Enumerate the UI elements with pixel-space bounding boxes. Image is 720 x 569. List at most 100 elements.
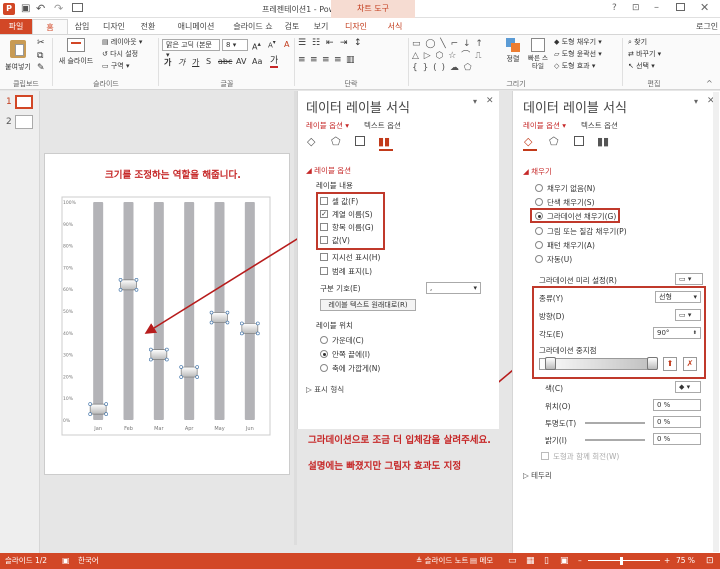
reset-label-text-button[interactable]: 레이블 텍스트 원래대로(R) (320, 299, 416, 311)
stop-color-select[interactable]: ◆ ▾ (675, 381, 701, 393)
fill-pattern-radio[interactable] (535, 241, 543, 249)
underline-icon[interactable]: 가 (192, 57, 199, 68)
shape-effects-button[interactable]: ◇ 도형 효과 ▾ (554, 61, 595, 71)
fill-auto-radio[interactable] (535, 255, 543, 263)
pane2-fill-line-icon[interactable]: ◇ (524, 135, 532, 148)
cut-icon[interactable]: ✂ (37, 38, 45, 48)
shape-fill-button[interactable]: ◆ 도형 채우기 ▾ (554, 37, 602, 47)
paste-button[interactable]: 붙여넣기 (4, 38, 32, 76)
new-slide-button[interactable]: 새 슬라이드 (56, 38, 96, 66)
remove-stop-button[interactable]: ✗ (683, 357, 697, 371)
fill-none-radio[interactable] (535, 184, 543, 192)
check-series-name[interactable]: ✓ (320, 210, 328, 218)
status-language[interactable]: 한국어 (78, 553, 99, 569)
maximize-icon[interactable] (676, 3, 685, 11)
position-inside-base-radio[interactable] (320, 364, 328, 372)
tab-animations[interactable]: 애니메이션 (168, 19, 224, 34)
slide-thumbnail-1[interactable] (15, 95, 33, 109)
tab-home[interactable]: 홈 (32, 19, 68, 34)
brightness-input[interactable]: 0 % (653, 433, 701, 445)
number-section[interactable]: ▷ 표시 형식 (306, 384, 344, 395)
reading-view-icon[interactable]: ▯ (544, 553, 549, 569)
pane1-section-label-options[interactable]: ◢ 레이블 옵션 (306, 165, 351, 176)
clear-format-icon[interactable]: A (284, 40, 289, 49)
decrease-indent-icon[interactable]: ⇤ (326, 38, 334, 48)
save-icon[interactable]: ▣ (21, 3, 30, 14)
user-login[interactable]: 로그인 (696, 21, 718, 32)
size-properties-icon[interactable] (355, 136, 365, 146)
shape-outline-button[interactable]: ▱ 도형 윤곽선 ▾ (554, 49, 602, 59)
numbering-icon[interactable]: ☷ (312, 38, 320, 48)
fill-gradient-radio[interactable] (535, 212, 543, 220)
pane1-dropdown-icon[interactable]: ▾ (473, 97, 477, 106)
collapse-ribbon-icon[interactable]: ^ (706, 79, 713, 88)
border-section[interactable]: ▷ 테두리 (523, 470, 552, 481)
ribbon-display-icon[interactable]: ⊡ (632, 3, 640, 13)
font-color-icon[interactable]: 가 (270, 56, 279, 68)
copy-icon[interactable]: ⧉ (37, 51, 43, 61)
replace-button[interactable]: ⇄ 바꾸기 ▾ (628, 49, 661, 59)
fit-slide-icon[interactable]: ⊡ (706, 553, 714, 569)
gradient-angle-input[interactable]: 90° ⬍ (653, 327, 701, 339)
pane2-tab-label-options[interactable]: 레이블 옵션 ▾ (523, 120, 566, 131)
shapes-gallery[interactable]: ▭ ◯ ╲ ⌐ ↓ ↑ △ ▷ ⬡ ☆ ⌒ ⎍{ } ( ) ☁ ⬠ (412, 38, 500, 74)
check-category-name[interactable] (320, 223, 328, 231)
gradient-stop-1[interactable] (545, 357, 556, 370)
tab-file[interactable]: 파일 (0, 19, 32, 34)
tab-slideshow[interactable]: 슬라이드 쇼 (227, 19, 279, 34)
undo-icon[interactable]: ↶ (36, 2, 45, 15)
slide[interactable]: 크기를 조정하는 역할을 해줍니다. 0% 10% 20% 30% 40% 50% 60% 7… (44, 153, 290, 475)
zoom-slider[interactable] (588, 560, 660, 561)
find-button[interactable]: ⌕ 찾기 (628, 37, 647, 47)
reset-button[interactable]: ↺ 다시 설정 (102, 49, 138, 59)
rotate-with-shape-check[interactable] (541, 452, 549, 460)
format-painter-icon[interactable]: ✎ (37, 63, 45, 73)
check-value[interactable] (320, 236, 328, 244)
justify-icon[interactable]: ≡ (334, 55, 342, 65)
zoom-out-icon[interactable]: – (578, 553, 582, 569)
increase-indent-icon[interactable]: ⇥ (340, 38, 348, 48)
change-case-icon[interactable]: Aa (252, 57, 262, 66)
layout-button[interactable]: ▤ 레이아웃 ▾ (102, 37, 142, 47)
position-center-radio[interactable] (320, 336, 328, 344)
spacing-icon[interactable]: AV (236, 57, 246, 66)
gradient-stops-bar[interactable] (539, 358, 657, 370)
font-size-box[interactable]: 8 ▾ (222, 39, 248, 51)
italic-icon[interactable]: 가 (178, 57, 185, 68)
select-button[interactable]: ↖ 선택 ▾ (628, 61, 655, 71)
shrink-font-icon[interactable]: A▾ (268, 40, 276, 49)
fill-section[interactable]: ◢ 채우기 (523, 166, 552, 177)
normal-view-icon[interactable]: ▭ (508, 553, 517, 569)
tab-chart-design[interactable]: 디자인 (337, 19, 375, 34)
align-left-icon[interactable]: ≡ (298, 55, 306, 65)
check-legend-key[interactable] (320, 267, 328, 275)
pane1-tab-text-options[interactable]: 텍스트 옵션 (364, 120, 401, 131)
check-leader-lines[interactable] (320, 253, 328, 261)
columns-icon[interactable]: ▥ (346, 55, 355, 65)
zoom-thumb[interactable] (620, 557, 623, 565)
redo-icon[interactable]: ↷ (54, 2, 63, 15)
chart[interactable]: 0% 10% 20% 30% 40% 50% 60% 70% 80% 90% 100% Jan Feb M… (61, 196, 271, 436)
quick-styles-button[interactable]: 빠른 스타일 (526, 38, 550, 70)
slideshow-start-icon[interactable] (72, 3, 83, 12)
tab-insert[interactable]: 삽입 (68, 19, 96, 34)
section-button[interactable]: ▭ 구역 ▾ (102, 61, 129, 71)
pane2-size-icon[interactable] (574, 136, 584, 146)
shadow-icon[interactable]: S (206, 57, 211, 66)
gradient-stop-2[interactable] (647, 357, 658, 370)
align-right-icon[interactable]: ≡ (322, 55, 330, 65)
bullets-icon[interactable]: ☰ (298, 38, 306, 48)
gradient-direction-select[interactable]: ▭ ▾ (675, 309, 701, 321)
tab-review[interactable]: 검토 (279, 19, 305, 34)
tab-format[interactable]: 서식 (378, 19, 412, 34)
line-spacing-icon[interactable]: ↕ (354, 38, 362, 48)
pane2-dropdown-icon[interactable]: ▾ (694, 97, 698, 106)
font-name-box[interactable]: 맑은 고딕 (본문 ▾ (162, 39, 220, 59)
position-inside-end-radio[interactable] (320, 350, 328, 358)
gradient-type-select[interactable]: 선형 ▾ (655, 291, 701, 303)
separator-select[interactable]: , ▾ (426, 282, 481, 294)
pane2-scrollbar[interactable] (713, 92, 719, 552)
fill-picture-radio[interactable] (535, 227, 543, 235)
effects-icon[interactable]: ⬠ (331, 135, 341, 148)
transparency-input[interactable]: 0 % (653, 416, 701, 428)
